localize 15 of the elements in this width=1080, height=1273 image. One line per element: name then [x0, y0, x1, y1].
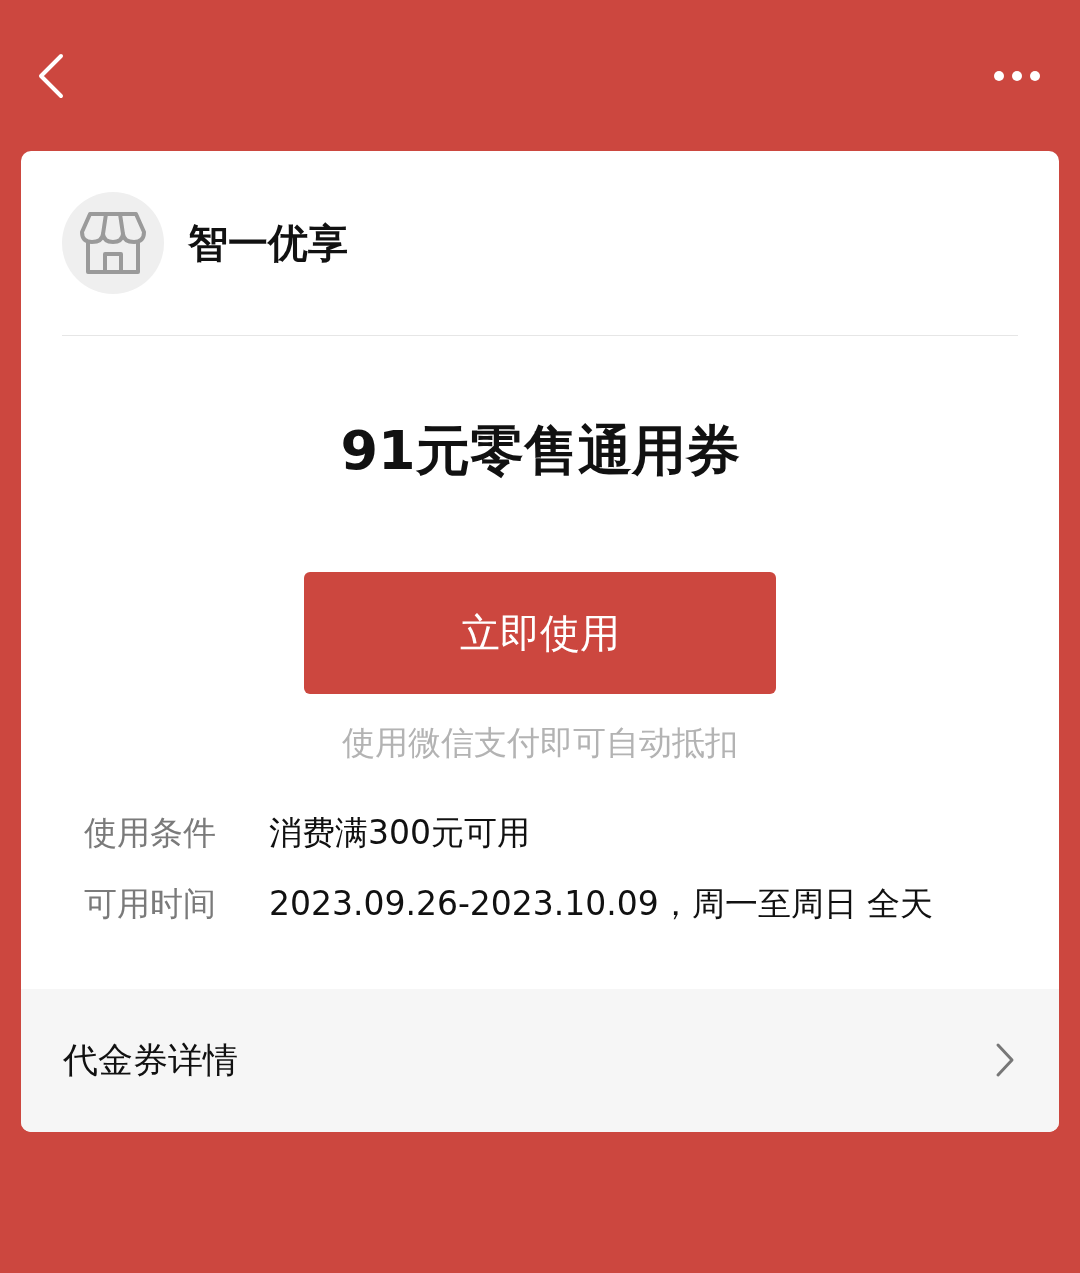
- detail-label: 可用时间: [84, 883, 217, 925]
- coupon-details-link[interactable]: 代金券详情: [63, 1033, 238, 1087]
- use-now-button[interactable]: 立即使用: [304, 572, 776, 694]
- chevron-right-icon: [995, 1042, 1015, 1078]
- coupon-title: 91元零售通用券: [340, 424, 740, 478]
- detail-value: 2023.09.26-2023.10.09，周一至周日 全天: [269, 883, 934, 925]
- detail-label: 使用条件: [84, 811, 217, 854]
- store-name: 智一优享: [188, 219, 348, 268]
- hint-text: 使用微信支付即可自动抵扣: [342, 722, 738, 764]
- coupon-details-row[interactable]: 代金券详情: [21, 988, 1059, 1132]
- more-icon: [993, 69, 1041, 82]
- back-icon: [38, 52, 64, 99]
- detail-value: 消费满300元可用: [269, 811, 530, 854]
- back-button[interactable]: [38, 51, 66, 100]
- store-icon: [78, 210, 148, 276]
